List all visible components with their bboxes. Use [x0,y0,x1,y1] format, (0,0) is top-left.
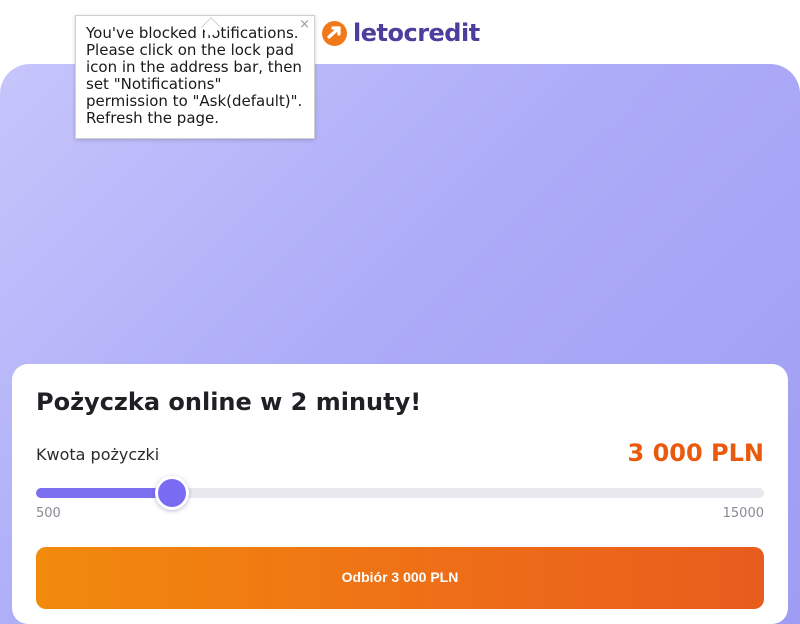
loan-amount-value: 3 000 PLN [627,439,764,467]
letocredit-logo-icon [322,20,347,46]
logo[interactable]: letocredit [322,18,480,48]
blocked-notifications-tooltip: × You've blocked notifications. Please c… [75,15,315,139]
card-title: Pożyczka online w 2 minuty! [36,388,422,416]
loan-amount-label: Kwota pożyczki [36,445,160,464]
logo-text: letocredit [353,19,480,47]
tooltip-message: You've blocked notifications. Please cli… [86,24,303,127]
amount-slider-track[interactable] [36,488,764,498]
loan-calculator-card: Pożyczka online w 2 minuty! Kwota pożycz… [12,364,788,624]
close-icon[interactable]: × [299,16,310,33]
amount-slider-fill [36,488,168,498]
slider-min-label: 500 [36,506,61,521]
amount-slider-thumb[interactable] [154,476,189,510]
slider-max-label: 15000 [722,506,764,521]
